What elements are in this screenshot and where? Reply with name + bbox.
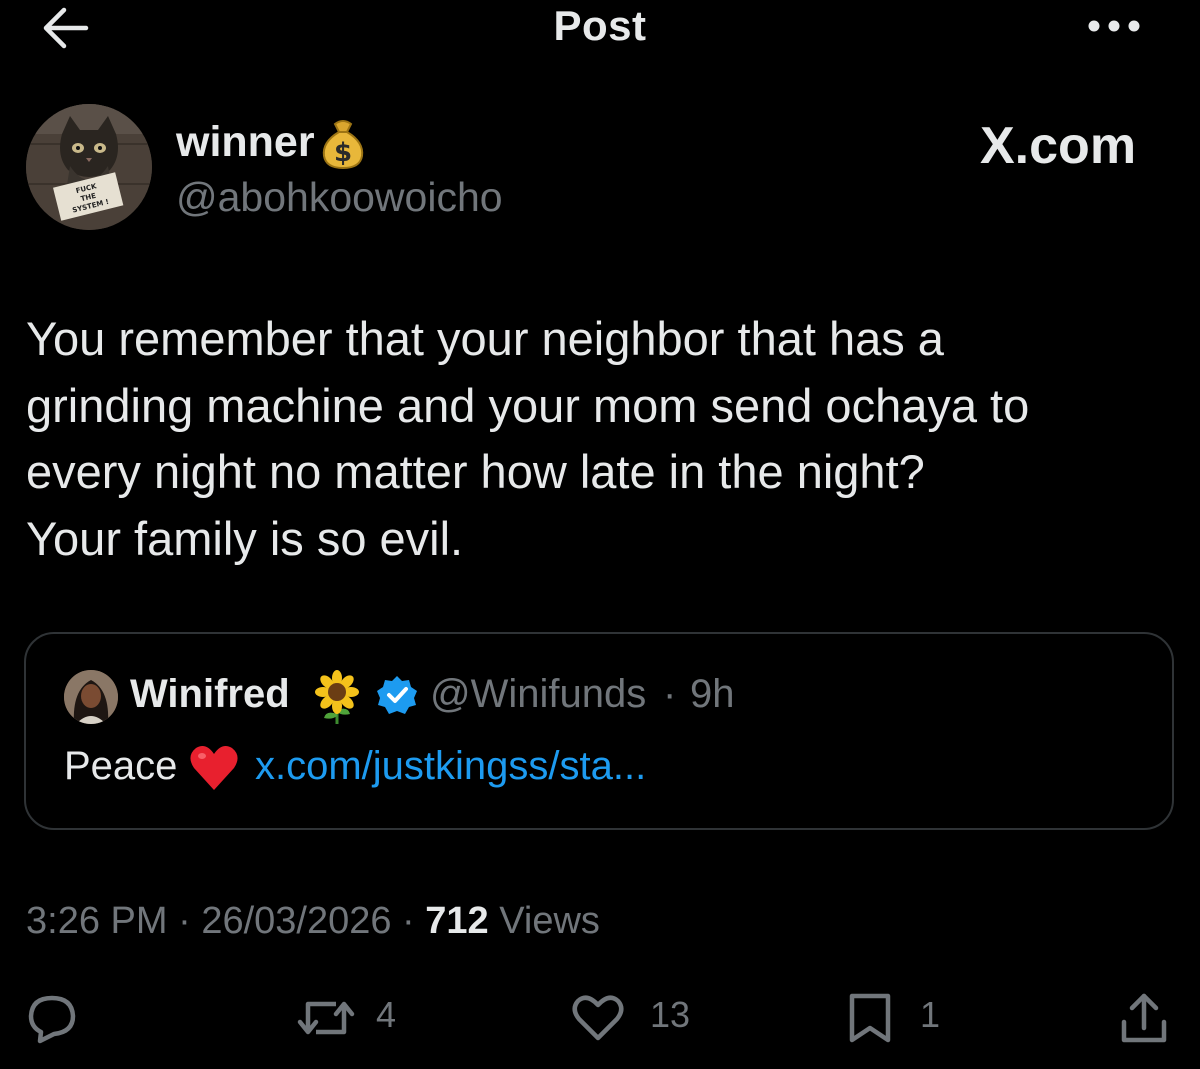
quoted-author-handle: @Winifunds <box>430 672 647 716</box>
reply-button[interactable] <box>24 990 84 1046</box>
more-options-button[interactable] <box>1084 14 1144 38</box>
page-title: Post <box>553 2 647 49</box>
share-icon <box>1121 993 1167 1043</box>
more-dots-icon <box>1088 20 1140 32</box>
heart-outline-icon <box>572 995 624 1041</box>
like-button[interactable]: 13 <box>570 990 690 1046</box>
verified-badge-icon <box>376 674 418 716</box>
bookmark-icon <box>849 993 891 1043</box>
x-com-watermark: X.com <box>980 117 1137 175</box>
quoted-author-name: Winifred <box>130 672 290 716</box>
repost-icon <box>297 1001 355 1035</box>
post-text-line: Your family is so evil. <box>26 511 464 565</box>
sunflower-icon <box>312 670 362 724</box>
post-date: 26/03/2026 <box>201 900 392 942</box>
like-count: 13 <box>650 994 691 1035</box>
red-heart-icon <box>188 742 240 794</box>
views-count[interactable]: 712 <box>425 900 488 942</box>
author-handle[interactable]: @abohkoowoicho <box>176 174 503 221</box>
author-name[interactable]: winner <box>176 118 315 167</box>
quoted-post-card[interactable] <box>24 632 1174 830</box>
quoted-post-link[interactable]: x.com/justkingss/sta... <box>255 744 646 789</box>
repost-count: 4 <box>376 994 397 1035</box>
quoted-author-avatar <box>64 670 118 724</box>
post-meta: 3:26 PM · 26/03/2026 · 712 Views <box>26 900 600 943</box>
repost-button[interactable]: 4 <box>296 990 406 1046</box>
author-avatar[interactable]: FUCK THE SYSTEM ! <box>26 104 152 230</box>
meta-separator: · <box>391 900 426 942</box>
views-label: Views <box>488 900 600 942</box>
reply-bubble-icon <box>28 995 76 1044</box>
share-button[interactable] <box>1116 990 1172 1046</box>
post-text: You remember that your neighbor that has… <box>26 306 1176 572</box>
meta-separator: · <box>167 900 202 942</box>
cat-avatar-image: FUCK THE SYSTEM ! <box>26 104 152 230</box>
money-bag-icon: $ <box>318 116 368 170</box>
quoted-post-time: 9h <box>690 672 735 716</box>
bookmark-count: 1 <box>920 994 941 1035</box>
person-avatar-image <box>64 670 118 724</box>
svg-text:$: $ <box>334 138 352 168</box>
bookmark-button[interactable]: 1 <box>844 990 944 1046</box>
post-text-line: grinding machine and your mom send ochay… <box>26 378 1030 432</box>
post-text-line: every night no matter how late in the ni… <box>26 445 925 498</box>
post-time: 3:26 PM <box>26 900 168 942</box>
quoted-post-text: Peace <box>64 744 178 788</box>
post-text-line: You remember that your neighbor that has… <box>26 312 944 365</box>
separator-dot: · <box>663 672 677 716</box>
